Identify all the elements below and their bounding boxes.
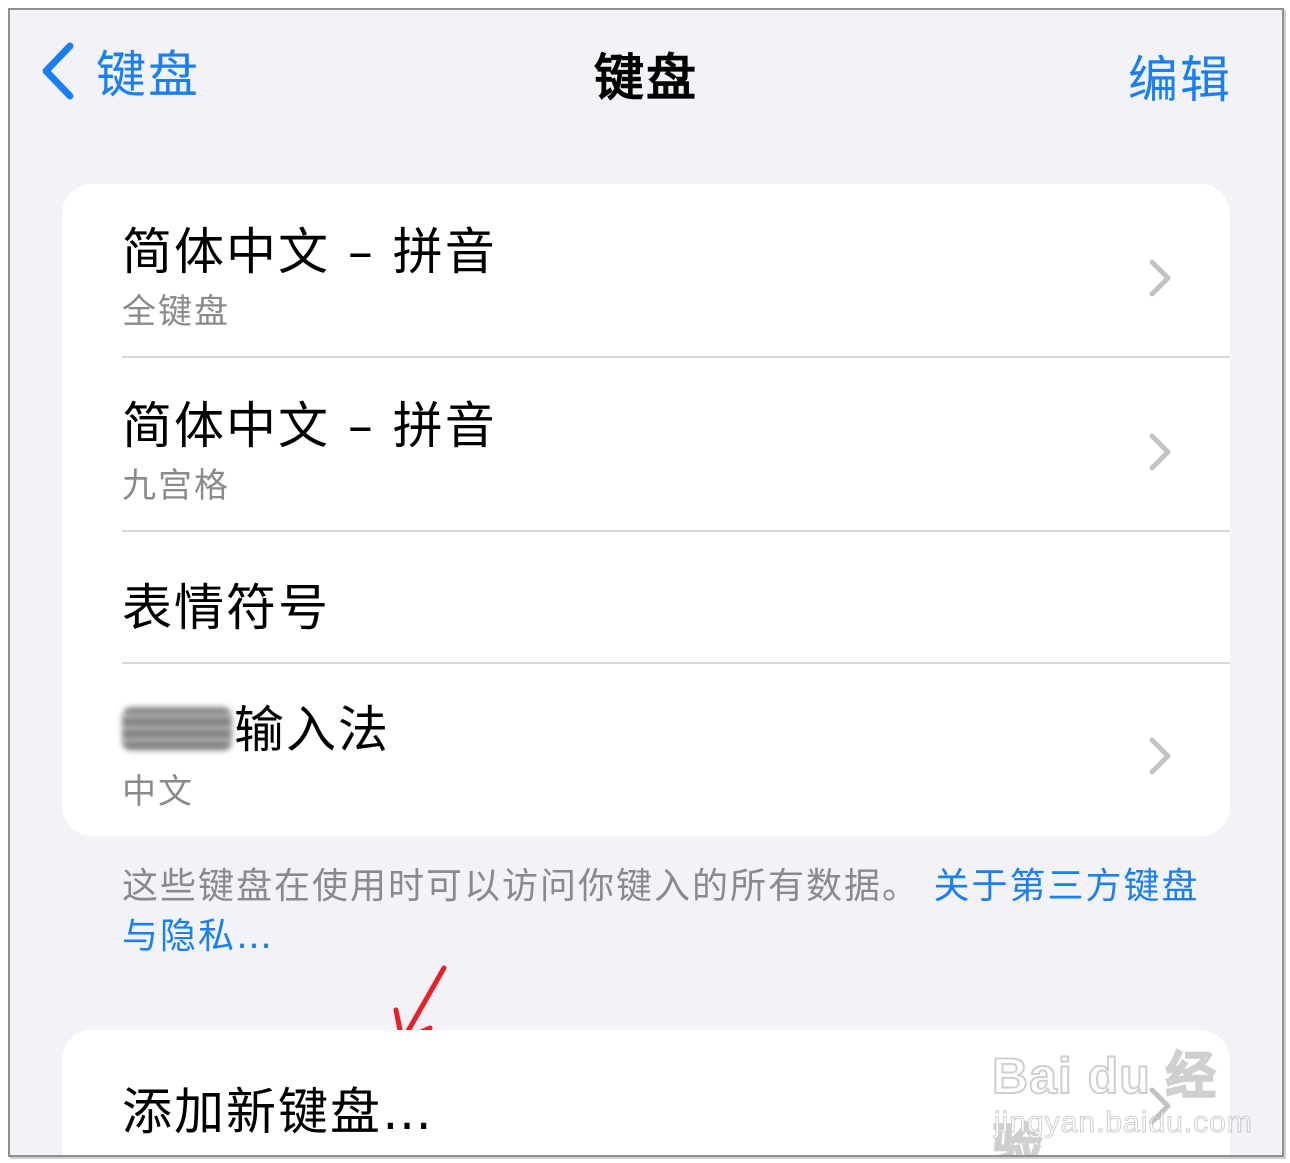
keyboard-title: 输入法 <box>122 690 390 762</box>
chevron-right-icon <box>1149 259 1171 297</box>
keyboard-subtitle: 全键盘 <box>122 292 230 332</box>
settings-screen: 键盘 键盘 编辑 简体中文 – 拼音 全键盘 简体中文 – 拼音 九宫格 表情符… <box>8 8 1284 1157</box>
keyboard-row-emoji[interactable]: 表情符号 <box>62 532 1230 662</box>
keyboard-subtitle: 九宫格 <box>122 466 230 506</box>
page-title: 键盘 <box>594 49 698 107</box>
footnote-text: 这些键盘在使用时可以访问你键入的所有数据。 <box>122 866 921 907</box>
keyboard-title-text: 输入法 <box>234 701 390 759</box>
keyboard-row-pinyin-full[interactable]: 简体中文 – 拼音 全键盘 <box>62 184 1230 356</box>
add-keyboard-label: 添加新键盘… <box>122 1083 434 1141</box>
redacted-name-blur <box>122 707 232 751</box>
watermark-url: jingyan.baidu.com <box>994 1106 1253 1140</box>
chevron-right-icon <box>1149 737 1171 775</box>
keyboard-row-pinyin-9key[interactable]: 简体中文 – 拼音 九宫格 <box>62 358 1230 530</box>
chevron-right-icon <box>1149 433 1171 471</box>
keyboard-row-third-party[interactable]: 输入法 中文 <box>62 664 1230 836</box>
edit-button[interactable]: 编辑 <box>1128 40 1232 112</box>
keyboards-list: 简体中文 – 拼音 全键盘 简体中文 – 拼音 九宫格 表情符号 输入法 中文 <box>62 184 1230 836</box>
keyboard-title: 简体中文 – 拼音 <box>122 223 497 281</box>
keyboard-title: 表情符号 <box>122 579 330 637</box>
privacy-footnote: 这些键盘在使用时可以访问你键入的所有数据。 关于第三方键盘与隐私… <box>122 862 1202 962</box>
baidu-jingyan-watermark: Bai du 经验 jingyan.baidu.com <box>988 1028 1252 1155</box>
keyboard-title: 简体中文 – 拼音 <box>122 397 497 455</box>
keyboard-subtitle: 中文 <box>122 772 194 812</box>
